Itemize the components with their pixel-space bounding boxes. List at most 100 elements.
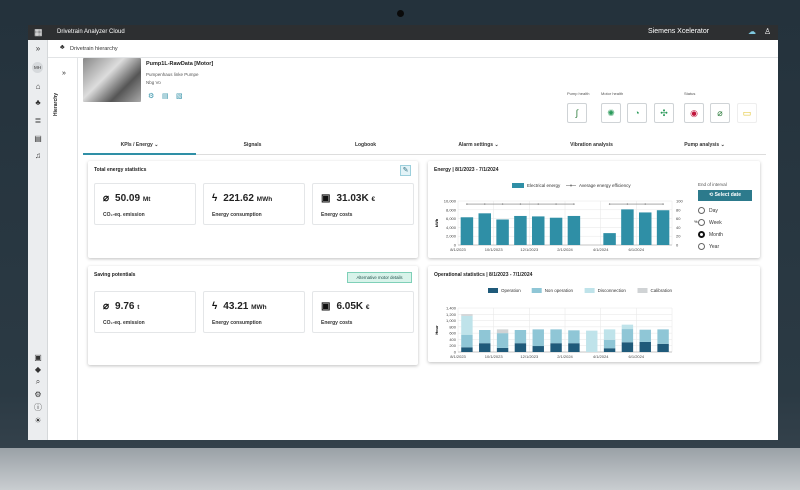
settings-icon[interactable]: ⚙ [148,92,154,100]
kpi-unit: Mt [142,196,151,203]
money-icon: ▣ [321,301,331,312]
kpi-tile: ▣ 6.05K € Energy costs [312,291,414,333]
bar-segment-operation [568,343,580,352]
user-icon[interactable]: ♙ [764,27,771,36]
document-icon[interactable]: ▤ [162,92,169,100]
asset-location: Pumpenhaus linke Pumpe [146,72,199,77]
bar-segment-non-operation [479,330,491,344]
y-tick-label: 8,000 [446,207,457,212]
kpi-label: Energy consumption [212,212,262,218]
tab-1[interactable]: Signals [196,142,309,148]
tab-3[interactable]: Alarm settings ⌄ [422,142,535,148]
status-battery-icon[interactable]: ▭ [737,103,757,123]
cloud-icon[interactable]: ☁ [748,27,756,36]
legend-label: Non operation [545,288,574,293]
expand-hierarchy-icon[interactable]: » [62,70,66,77]
y-tick-label: 1,200 [446,312,457,317]
expand-icon[interactable]: » [33,44,43,54]
operational-chart-card: Operational statistics | 8/1/2023 - 7/1/… [428,266,760,362]
y2-tick-label: 80 [676,207,681,212]
motor-bearing-icon[interactable]: ◔ [627,103,647,123]
avatar[interactable]: MH [32,62,43,73]
tab-5[interactable]: Pump analysis ⌄ [648,142,761,148]
devices-icon[interactable]: ▣ [33,353,43,363]
kpi-unit: MWh [256,196,273,203]
y-tick-label: 400 [449,337,456,342]
energy-bar [460,217,474,245]
legend-label: Average energy efficiency [579,183,631,188]
legend-swatch [637,288,648,293]
bar-segment-operation [461,347,473,352]
kpi-label: CO₂-eq. emission [103,320,145,326]
app-title: Drivetrain Analyzer Cloud [57,29,125,35]
x-tick-label: 8/1/2023 [450,247,466,252]
radio-year[interactable]: Year [698,243,719,250]
tab-4[interactable]: Vibration analysis [535,142,648,148]
kpi-tile: ϟ 221.62 MWh Energy consumption [203,183,305,225]
motor-rotor-icon[interactable]: ✺ [601,103,621,123]
breadcrumb-label[interactable]: Drivetrain hierarchy [70,46,118,52]
hierarchy-icon[interactable]: ♣ [33,98,43,108]
legend-swatch [531,288,542,293]
alternative-motor-details-button[interactable]: Alternative motor details [347,272,412,283]
status-label: Status [684,91,696,96]
radio-week[interactable]: Week [698,219,722,226]
x-tick-label: 4/1/2024 [593,354,609,359]
y-tick-label: 6,000 [446,216,457,221]
x-tick-label: 4/1/2024 [593,247,609,252]
x-tick-label: 2/1/2024 [557,354,573,359]
total-energy-card: Total energy statistics ✎ ⌀ 50.09 Mt CO₂-… [88,161,418,258]
main-content: Pump1L-RawData [Motor] Pumpenhaus linke … [78,58,778,440]
pump-health-icon[interactable]: ∫ [567,103,587,123]
home-icon[interactable]: ⌂ [33,82,43,92]
list-icon[interactable]: ≣ [33,116,43,126]
y2-tick-label: 40 [676,225,681,230]
calendar-icon[interactable]: ▤ [33,134,43,144]
laptop-base [0,448,800,490]
status-target-icon[interactable]: ◉ [684,103,704,123]
select-date-label: Select date [714,192,741,198]
kpi-unit: MWh [251,304,267,311]
tag-icon[interactable]: ◆ [33,365,43,375]
y-tick-label: 1,000 [446,318,457,323]
bar-segment-disconnection [461,315,473,335]
energy-bar [621,209,634,245]
bar-segment-operation [514,343,527,352]
radio-month[interactable]: Month [698,231,723,238]
bar-segment-operation [639,341,651,352]
status-connection-icon[interactable]: ⌀ [710,103,730,123]
search-report-icon[interactable]: ⌕ [33,377,43,387]
top-bar: ▦ Drivetrain Analyzer Cloud Siemens Xcel… [28,25,778,40]
hierarchy-panel[interactable]: » Hierarchy [48,58,78,440]
interval-label: End of interval [698,182,727,187]
legend-swatch [584,288,595,293]
settings-icon[interactable]: ⚙ [33,390,43,400]
y-tick-label: 10,000 [444,199,457,204]
energy-bar [603,233,616,245]
bar-segment-non-operation [461,334,473,348]
select-date-button[interactable]: ⟲ Select date [698,190,752,201]
theme-icon[interactable]: ☀ [33,416,43,426]
tab-0[interactable]: KPIs / Energy ⌄ [83,142,196,148]
motor-alignment-icon[interactable]: ✣ [654,103,674,123]
active-tab-indicator [83,153,196,155]
kpi-tile: ▣ 31.03K € Energy costs [312,183,414,225]
x-tick-label: 6/1/2024 [629,354,645,359]
app-launcher-icon[interactable]: ▦ [34,27,43,38]
radio-day[interactable]: Day [698,207,718,214]
chart-icon[interactable]: ▧ [176,92,183,100]
info-icon[interactable]: ⓘ [33,403,43,413]
tab-2[interactable]: Logbook [309,142,422,148]
x-tick-label: 10/1/2023 [485,247,504,252]
edit-icon[interactable]: ✎ [400,165,411,176]
bell-icon[interactable]: ♫ [33,151,43,161]
hierarchy-icon: ♣ [60,44,65,51]
leaf-icon: ⌀ [103,193,110,204]
kpi-value: 50.09 [115,193,141,204]
card-title: Total energy statistics [94,167,147,173]
energy-bar [639,212,652,245]
y2-tick-label: 0 [676,243,679,248]
kpi-value: 43.21 [223,301,249,312]
legend-marker [570,184,572,187]
radio-label: Day [709,207,718,214]
